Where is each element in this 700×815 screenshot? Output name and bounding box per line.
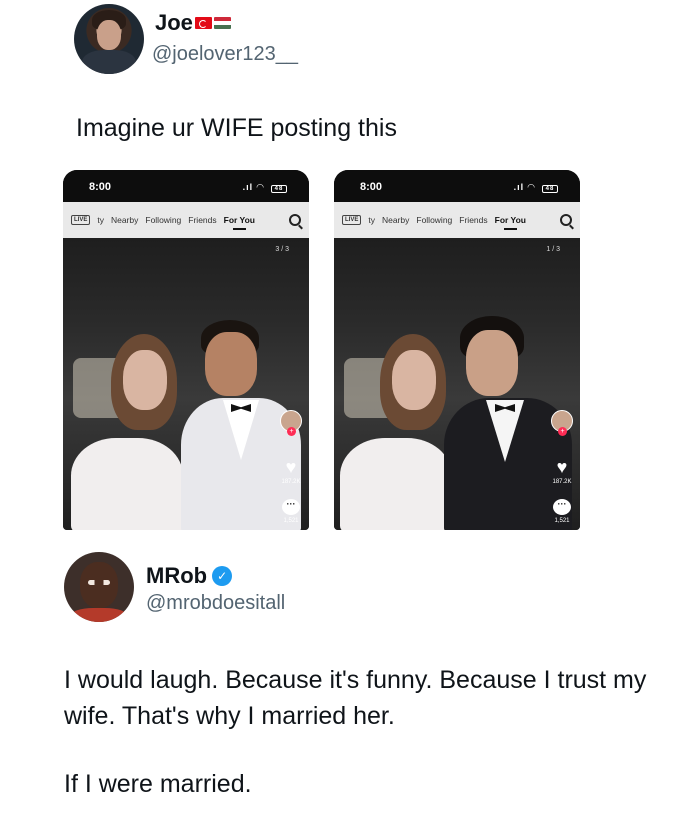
tiktok-top-tabs: LIVE ty Nearby Following Friends For You (63, 202, 309, 238)
battery-icon: 48 (542, 185, 558, 193)
video-frame-black-suit (334, 238, 580, 530)
avatar-eyes (88, 580, 110, 585)
embedded-screenshot-2[interactable]: 8:00 .ıl ◠ 48 LIVE ty Nearby Following F… (334, 170, 580, 530)
avatar-joe[interactable] (74, 4, 144, 74)
slide-counter: 1 / 3 (546, 246, 560, 253)
action-sidebar: + ♥ 187.2K ··· 1,521 (279, 410, 303, 524)
live-icon: LIVE (342, 215, 362, 225)
tiktok-top-tabs: LIVE ty Nearby Following Friends For You (334, 202, 580, 238)
avatar-mrob[interactable] (64, 552, 134, 622)
bride-face (123, 350, 167, 410)
tab-nearby: Nearby (381, 215, 410, 225)
comment-count: 1,521 (283, 518, 299, 524)
tweet2-handle[interactable]: @mrobdoesitall (146, 592, 285, 615)
battery-icon: 48 (271, 185, 287, 193)
tweet1-text: Imagine ur WIFE posting this (76, 114, 397, 142)
creator-avatar[interactable]: + (551, 410, 573, 436)
groom-face (466, 330, 518, 396)
tweet1-handle[interactable]: @joelover123__ (152, 43, 298, 66)
like-count: 187.2K (552, 479, 572, 485)
slide-counter: 3 / 3 (275, 246, 289, 253)
display-name[interactable]: MRob (146, 563, 207, 589)
follow-plus-icon[interactable]: + (558, 427, 567, 436)
tweet2-text: I would laugh. Because it's funny. Becau… (64, 666, 647, 730)
heart-icon[interactable]: ♥ (286, 458, 297, 476)
comment-icon[interactable]: ··· (282, 499, 300, 515)
comment-count: 1,521 (554, 518, 570, 524)
tab-for-you: For You (494, 215, 526, 230)
search-icon (289, 214, 301, 226)
action-sidebar: + ♥ 187.2K ··· 1,521 (550, 410, 574, 524)
signal-wifi-icon: .ıl ◠ 48 (514, 182, 558, 193)
tab-nearby: Nearby (110, 215, 139, 225)
tab-prefix: ty (368, 215, 375, 225)
hungary-flag-icon (213, 17, 231, 29)
live-icon: LIVE (71, 215, 91, 225)
like-count: 187.2K (281, 479, 301, 485)
heart-icon[interactable]: ♥ (557, 458, 568, 476)
avatar-body (82, 50, 136, 74)
status-bar: 8:00 .ıl ◠ 48 (63, 170, 309, 202)
status-time: 8:00 (360, 181, 383, 193)
display-name[interactable]: Joe (155, 10, 193, 36)
turkey-flag-icon (194, 17, 212, 29)
bride-face (392, 350, 436, 410)
embedded-screenshot-1[interactable]: 8:00 .ıl ◠ 48 LIVE ty Nearby Following F… (63, 170, 309, 530)
video-frame-white-suit (63, 238, 309, 530)
search-icon (560, 214, 572, 226)
tweet2-author-name[interactable]: MRob ✓ (146, 563, 233, 589)
status-bar: 8:00 .ıl ◠ 48 (334, 170, 580, 202)
tweet1-author-name[interactable]: Joe (155, 10, 231, 36)
follow-plus-icon[interactable]: + (287, 427, 296, 436)
avatar-face (97, 20, 121, 50)
signal-wifi-icon: .ıl ◠ 48 (243, 182, 287, 193)
avatar-shirt (70, 608, 128, 622)
tab-following: Following (145, 215, 182, 225)
status-time: 8:00 (89, 181, 112, 193)
tab-friends: Friends (188, 215, 217, 225)
tweet2-text-punchline: If I were married. (64, 770, 252, 798)
creator-avatar[interactable]: + (280, 410, 302, 436)
groom-face (205, 332, 257, 396)
avatar-face (80, 562, 118, 608)
verified-badge-icon: ✓ (212, 566, 233, 586)
comment-icon[interactable]: ··· (553, 499, 571, 515)
tab-prefix: ty (97, 215, 104, 225)
tab-following: Following (416, 215, 453, 225)
wedding-dress (71, 438, 183, 530)
tab-for-you: For You (223, 215, 255, 230)
wedding-dress (340, 438, 452, 530)
tab-friends: Friends (459, 215, 488, 225)
